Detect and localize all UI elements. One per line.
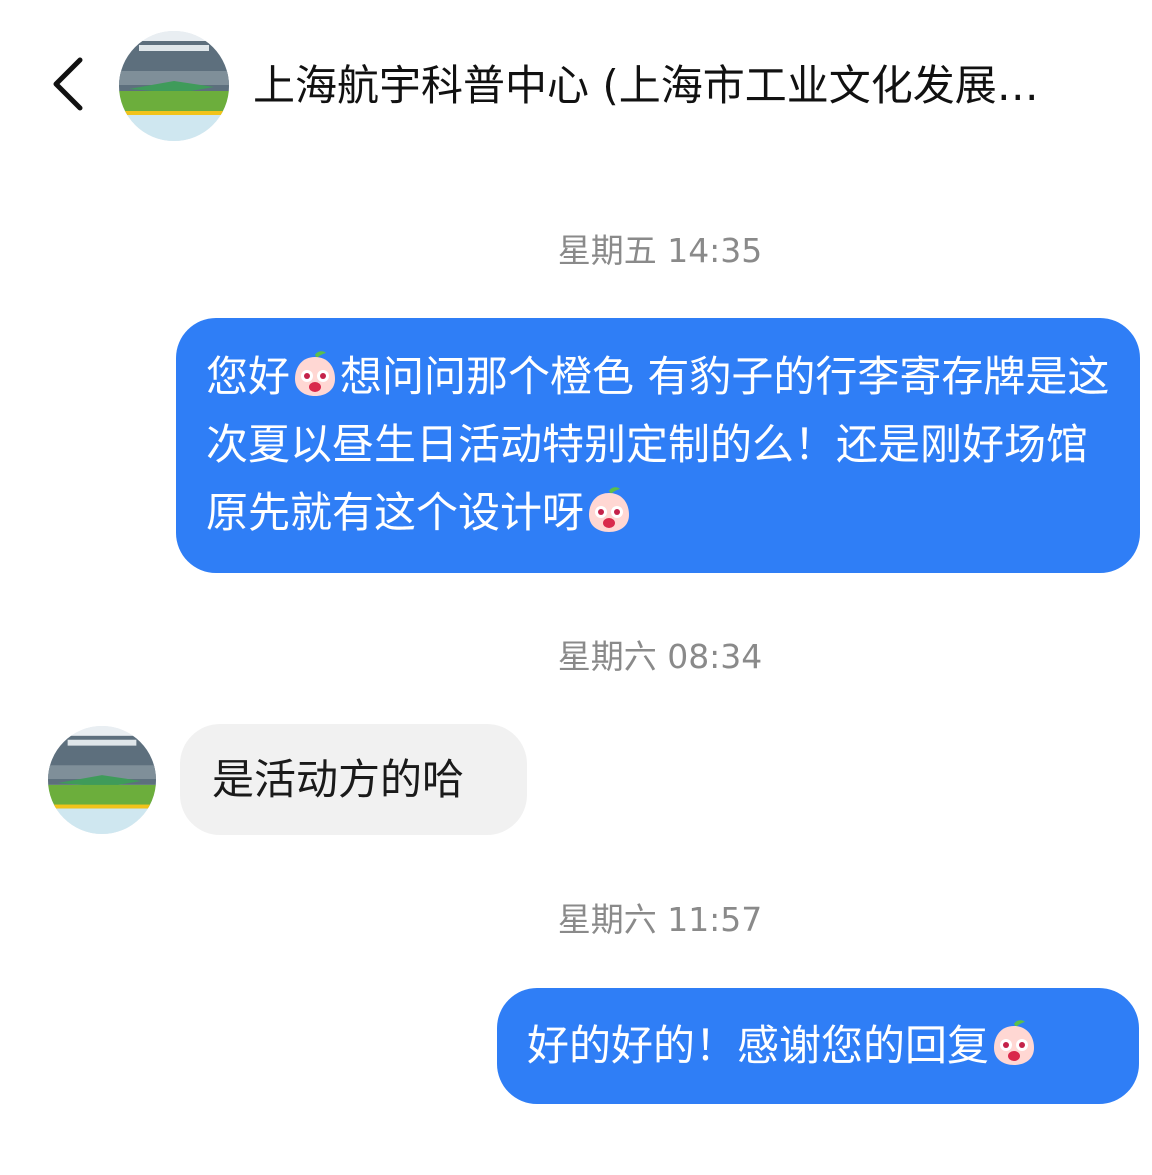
peach-face-emoji-icon: [989, 1018, 1039, 1068]
avatar-image: [48, 726, 156, 834]
message-text: 好的好的！感谢您的回复: [527, 1021, 990, 1070]
avatar-image: [119, 31, 229, 141]
chevron-left-icon: [53, 57, 83, 111]
message-text: 想问问那个橙色 有豹子的行李寄存牌是这次夏以昼生日活动特别定制的么！还是刚好场馆…: [206, 352, 1110, 537]
back-button[interactable]: [40, 52, 96, 116]
peach-face-emoji-icon: [584, 485, 634, 535]
incoming-message-bubble[interactable]: 是活动方的哈: [180, 724, 527, 835]
outgoing-message-bubble[interactable]: 您好 想问问那个橙色 有豹子的行李寄存牌是这次夏以昼生日活动特别定制的么！还是刚好…: [176, 318, 1140, 573]
contact-avatar[interactable]: [48, 726, 156, 834]
chat-title: 上海航宇科普中心 (上海市工业文化发展…: [253, 61, 1039, 110]
contact-avatar[interactable]: [119, 31, 229, 141]
timestamp: 星期五 14:35: [557, 231, 763, 270]
peach-face-emoji-icon: [290, 349, 340, 399]
chat-header: 上海航宇科普中心 (上海市工业文化发展…: [0, 0, 1152, 170]
timestamp: 星期六 11:57: [557, 900, 763, 939]
message-text: 您好: [206, 352, 291, 401]
timestamp: 星期六 08:34: [557, 637, 763, 676]
chat-screen: 上海航宇科普中心 (上海市工业文化发展… 星期五 14:35 您好 想问问那个橙色…: [0, 0, 1152, 1175]
message-text: 是活动方的哈: [212, 755, 465, 804]
outgoing-message-bubble[interactable]: 好的好的！感谢您的回复: [497, 988, 1139, 1104]
